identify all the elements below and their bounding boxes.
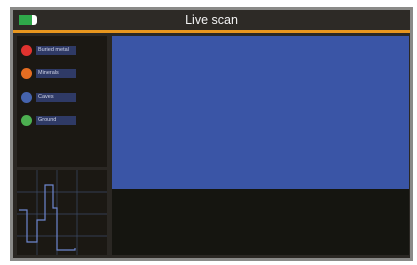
legend-item-minerals[interactable]: Minerals	[21, 68, 105, 80]
page-title: Live scan	[185, 13, 238, 27]
legend-item-ground[interactable]: Ground	[21, 115, 105, 127]
legend-label: Caves	[36, 93, 76, 102]
signal-graph-panel	[17, 170, 107, 255]
screen: Live scan Buried metal Minerals Caves Gr…	[13, 10, 410, 258]
signal-trace	[19, 184, 76, 251]
red-dot-icon	[21, 45, 32, 56]
orange-dot-icon	[21, 68, 32, 79]
blue-dot-icon	[21, 92, 32, 103]
legend-item-caves[interactable]: Caves	[21, 92, 105, 104]
legend-panel: Buried metal Minerals Caves Ground	[17, 36, 107, 167]
legend-item-buried-metal[interactable]: Buried metal	[21, 45, 105, 57]
legend-label: Minerals	[36, 69, 76, 78]
device-frame: Live scan Buried metal Minerals Caves Gr…	[10, 7, 413, 261]
top-bar: Live scan	[13, 10, 410, 30]
signal-graph	[17, 170, 107, 255]
header-accent-line	[13, 30, 410, 33]
scan-view[interactable]	[112, 36, 409, 255]
legend-label: Ground	[36, 116, 76, 125]
green-dot-icon	[21, 115, 32, 126]
legend-label: Buried metal	[36, 46, 76, 55]
scan-area	[112, 36, 409, 189]
